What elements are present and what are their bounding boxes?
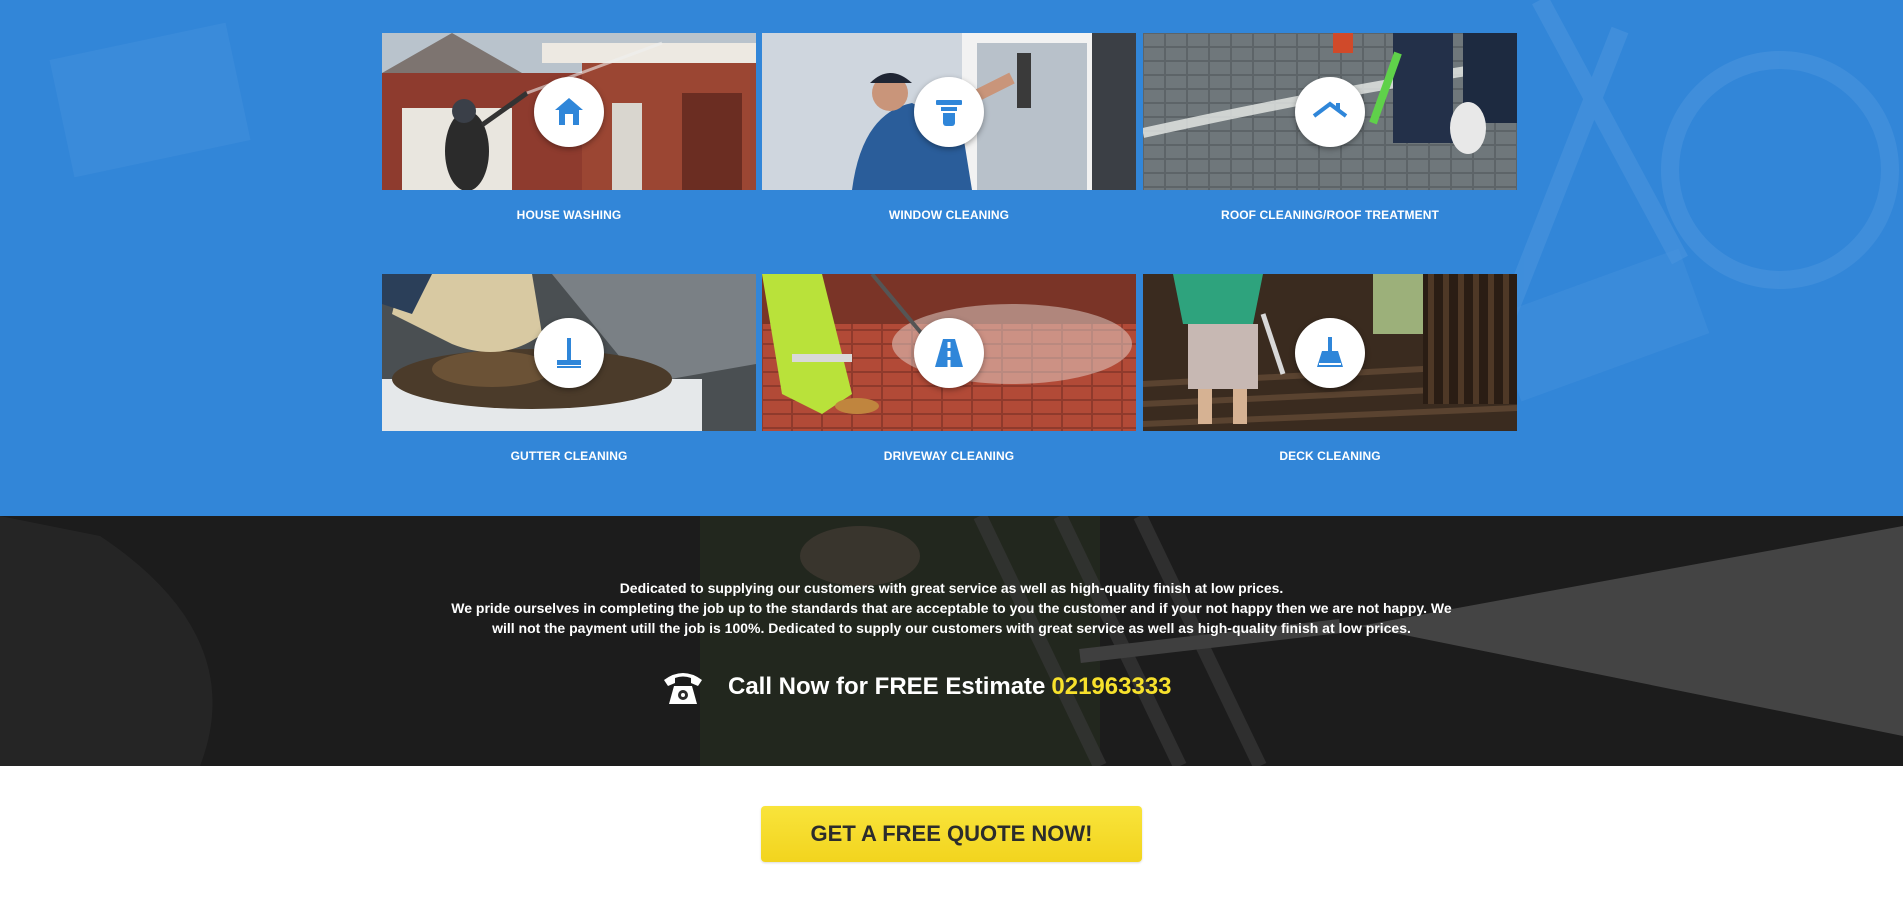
broom-icon (1317, 336, 1343, 367)
house-washing-photo (382, 33, 756, 190)
service-card-gutter-cleaning[interactable]: GUTTER CLEANING (382, 274, 756, 463)
driveway-cleaning-photo (762, 274, 1136, 431)
call-now-label: Call Now for FREE Estimate (728, 673, 1046, 700)
call-now-row[interactable]: Call Now for FREE Estimate 021963333 (660, 662, 1172, 712)
promo-section: Dedicated to supplying our customers wit… (0, 516, 1903, 766)
service-card-roof-cleaning[interactable]: ROOF CLEANING/ROOF TREATMENT (1143, 33, 1517, 222)
service-title[interactable]: DRIVEWAY CLEANING (762, 449, 1136, 463)
service-title[interactable]: DECK CLEANING (1143, 449, 1517, 463)
service-title[interactable]: HOUSE WASHING (382, 208, 756, 222)
service-card-window-cleaning[interactable]: WINDOW CLEANING (762, 33, 1136, 222)
roof-badge (1295, 76, 1365, 147)
deck-cleaning-photo (1143, 274, 1517, 431)
service-card-deck-cleaning[interactable]: DECK CLEANING (1143, 274, 1517, 463)
service-title[interactable]: WINDOW CLEANING (762, 208, 1136, 222)
gutter-brush-icon (557, 337, 581, 368)
squeegee-icon (936, 99, 962, 126)
promo-line-1: Dedicated to supplying our customers wit… (619, 580, 1284, 596)
gutter-badge (534, 317, 604, 388)
services-section: HOUSE WASHING WINDOW CLEANING ROOF CLEAN… (0, 0, 1903, 516)
service-card-driveway-cleaning[interactable]: DRIVEWAY CLEANING (762, 274, 1136, 463)
phone-number-link[interactable]: 021963333 (1051, 673, 1171, 701)
roof-cleaning-photo (1143, 33, 1517, 190)
roof-icon (1312, 101, 1348, 118)
promo-background-photo (0, 516, 1903, 766)
gutter-cleaning-photo (382, 274, 756, 431)
service-title[interactable]: ROOF CLEANING/ROOF TREATMENT (1143, 208, 1517, 222)
driveway-badge (914, 317, 984, 388)
get-free-quote-button[interactable]: GET A FREE QUOTE NOW! (761, 806, 1142, 862)
window-badge (914, 76, 984, 147)
service-title[interactable]: GUTTER CLEANING (382, 449, 756, 463)
deck-badge (1295, 317, 1365, 388)
telephone-icon (664, 673, 702, 704)
promo-line-2: We pride ourselves in completing the job… (451, 600, 1452, 636)
window-cleaning-photo (762, 33, 1136, 190)
road-icon (935, 338, 963, 367)
promo-text: Dedicated to supplying our customers wit… (440, 578, 1463, 638)
house-badge (534, 76, 604, 147)
service-card-house-washing[interactable]: HOUSE WASHING (382, 33, 756, 222)
house-icon (555, 97, 583, 125)
